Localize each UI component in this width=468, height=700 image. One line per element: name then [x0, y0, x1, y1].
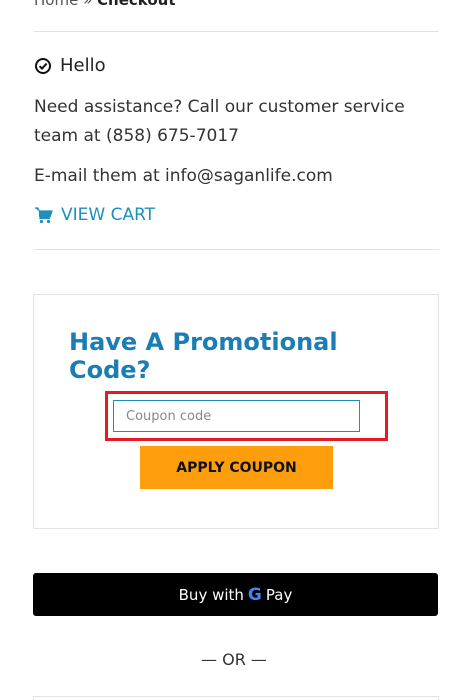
- promo-code-box: Have A Promotional Code? APPLY COUPON: [33, 294, 439, 529]
- greeting: Hello: [34, 55, 106, 76]
- buy-with-google-pay-button[interactable]: Buy with G Pay: [33, 573, 438, 616]
- divider: [34, 31, 439, 32]
- coupon-input[interactable]: [113, 400, 360, 432]
- greeting-text: Hello: [60, 55, 106, 76]
- gpay-pay-text: Pay: [265, 585, 293, 604]
- shopping-cart-icon: [35, 207, 53, 224]
- breadcrumb-current: Checkout: [97, 0, 176, 9]
- apply-coupon-button[interactable]: APPLY COUPON: [140, 446, 333, 489]
- view-cart-link[interactable]: VIEW CART: [34, 205, 155, 225]
- assistance-text: Need assistance? Call our customer servi…: [34, 97, 405, 146]
- check-circle-icon: [35, 57, 51, 74]
- email-text: E-mail them at info@saganlife.com: [34, 166, 333, 186]
- or-divider: — OR —: [201, 650, 267, 669]
- divider: [34, 249, 439, 250]
- checkout-page: Home » Checkout Hello Need assistance? C…: [0, 0, 468, 700]
- gpay-label: Buy with: [178, 585, 244, 604]
- promo-title: Have A Promotional Code?: [69, 328, 338, 384]
- google-g-icon: G: [247, 584, 262, 605]
- breadcrumb-home[interactable]: Home: [34, 0, 78, 9]
- view-cart-label: VIEW CART: [61, 205, 156, 225]
- next-section-box: [33, 696, 439, 700]
- breadcrumb: Home » Checkout: [34, 0, 176, 9]
- breadcrumb-separator: »: [83, 0, 93, 9]
